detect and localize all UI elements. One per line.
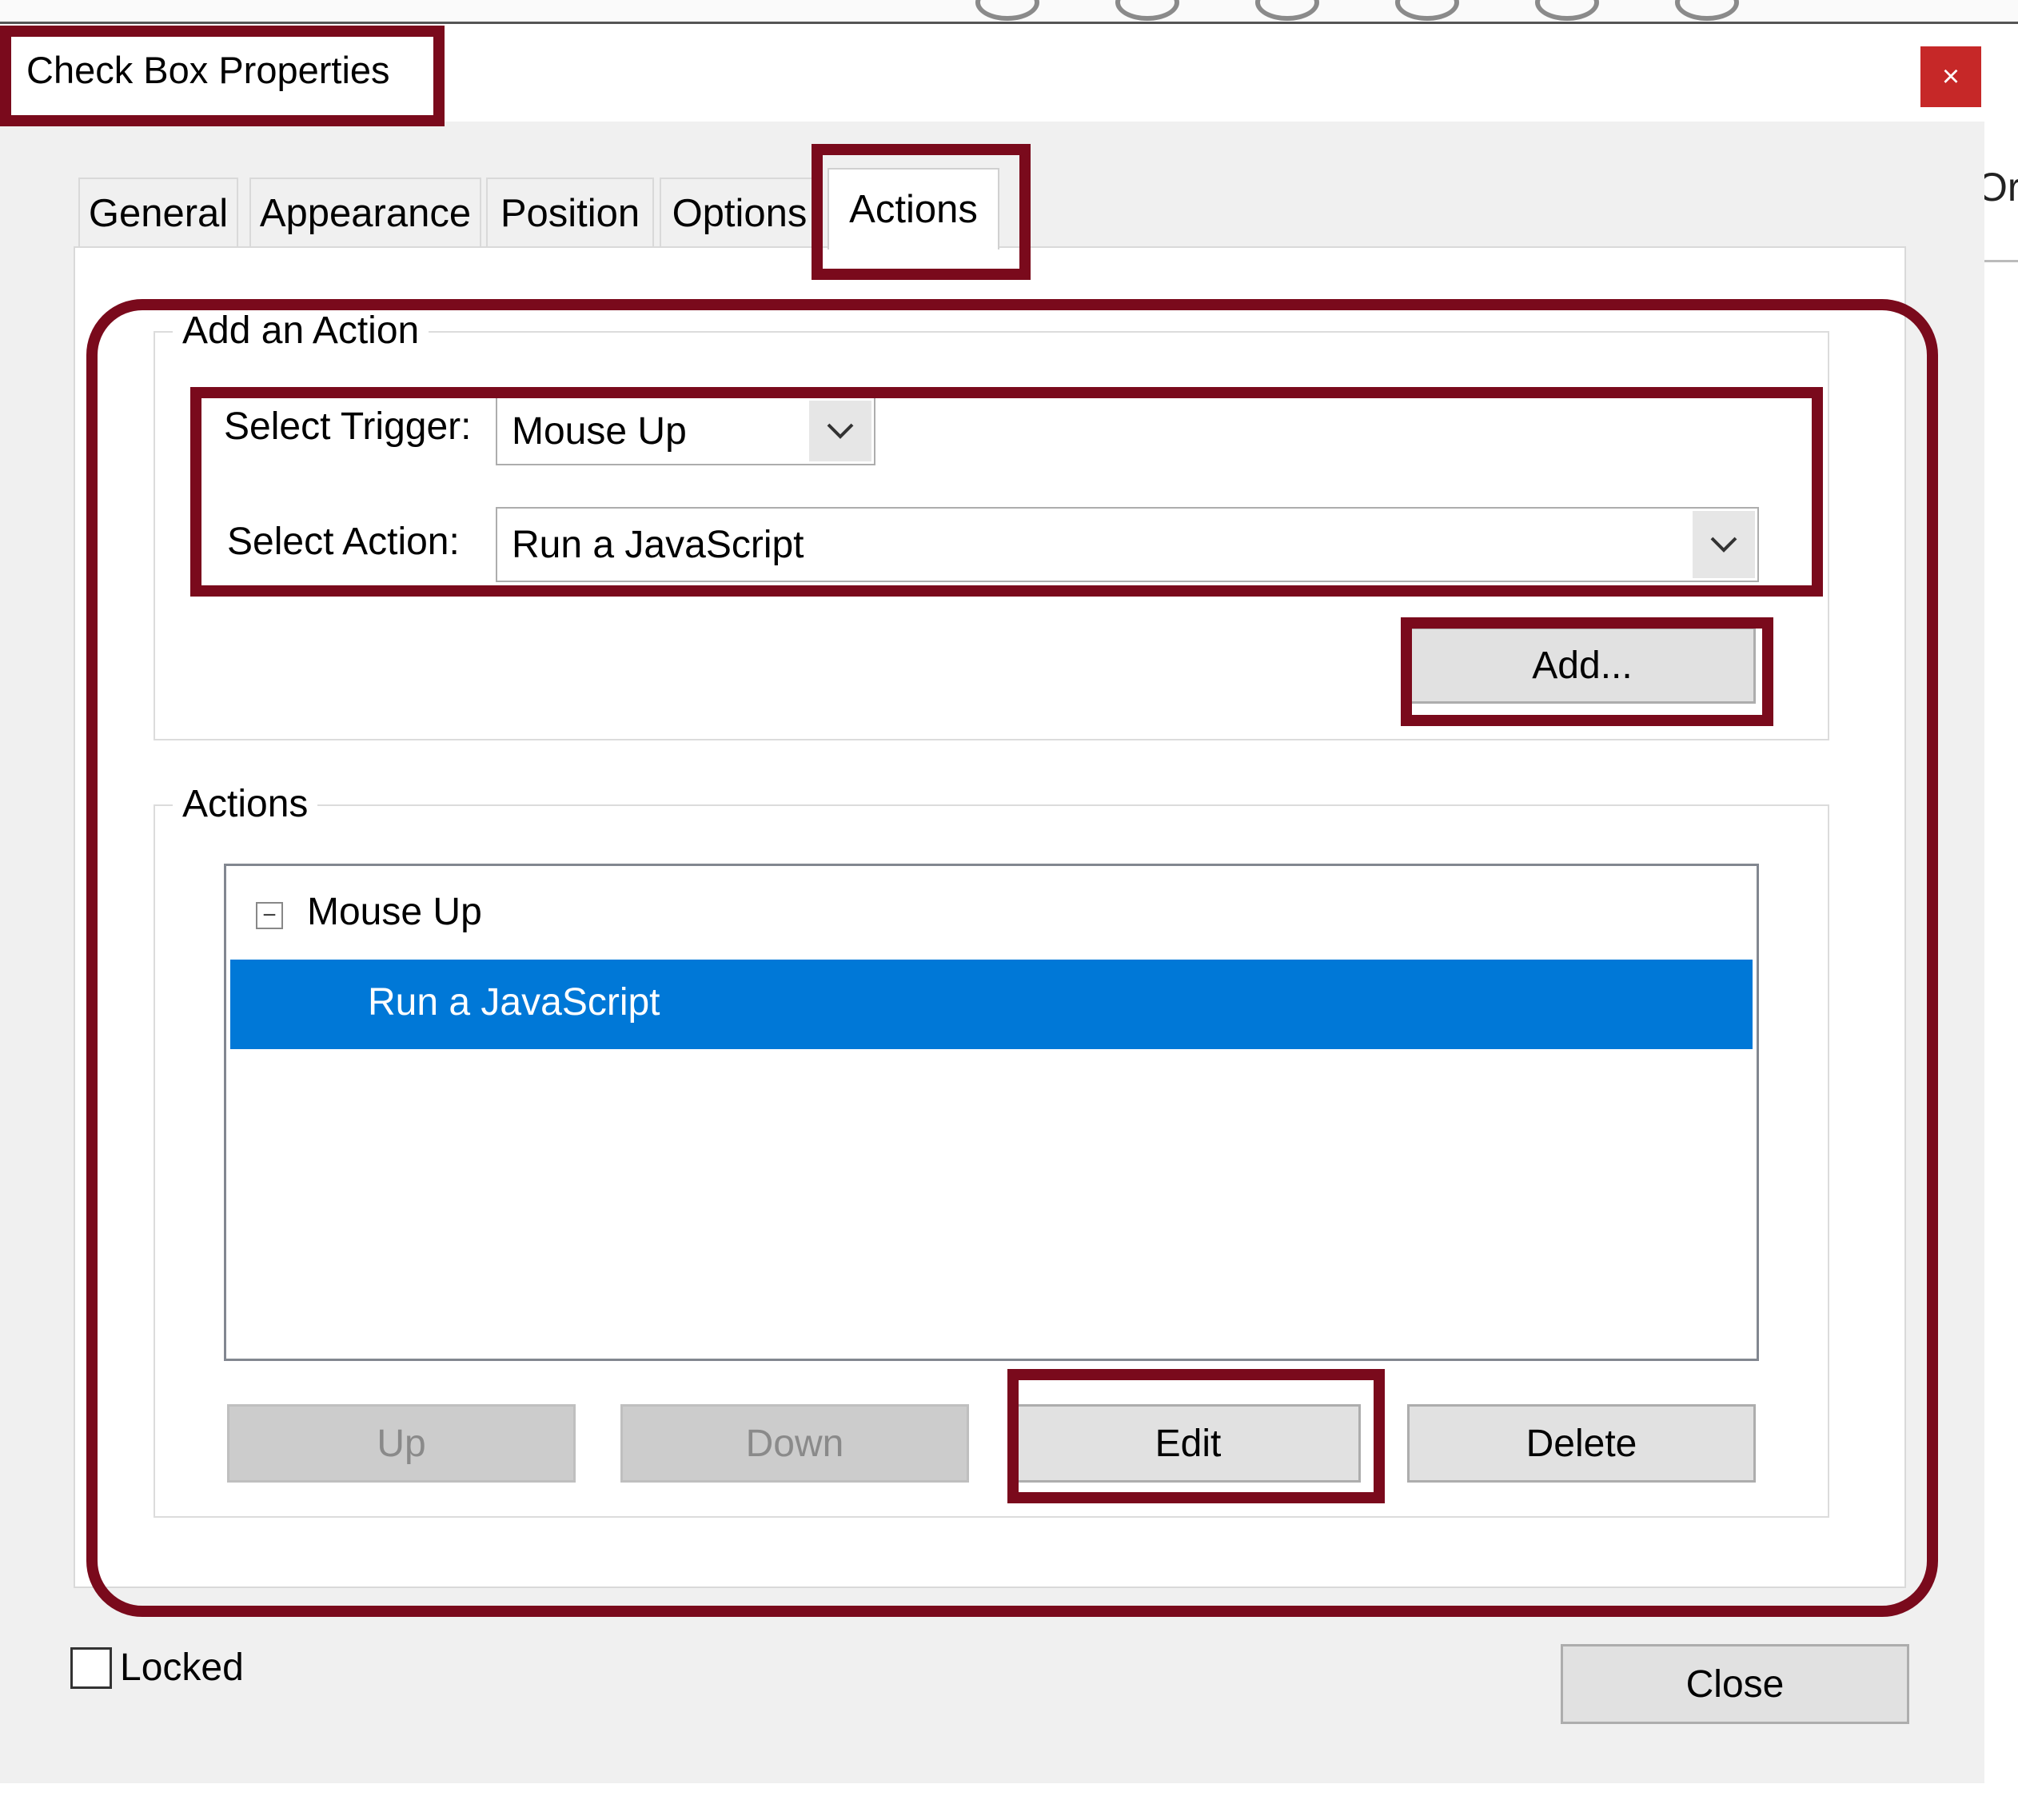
- up-button[interactable]: Up: [227, 1404, 576, 1483]
- toolbar-circle-icon: [1255, 0, 1319, 21]
- trigger-select-value: Mouse Up: [512, 409, 687, 453]
- toolbar-circle-icon: [1115, 0, 1179, 21]
- select-trigger-label: Select Trigger:: [224, 405, 472, 448]
- collapse-minus-icon[interactable]: −: [256, 902, 283, 929]
- edit-button[interactable]: Edit: [1015, 1404, 1361, 1483]
- action-select[interactable]: Run a JavaScript: [496, 507, 1759, 582]
- toolbar-circle-icon: [1395, 0, 1459, 21]
- tree-node-mouse-up[interactable]: Mouse Up: [307, 890, 482, 934]
- locked-checkbox[interactable]: [70, 1647, 112, 1689]
- tab-appearance[interactable]: Appearance: [249, 178, 481, 248]
- tab-position[interactable]: Position: [486, 178, 654, 248]
- chevron-down-icon[interactable]: [1693, 511, 1755, 578]
- dialog-title: Check Box Properties: [26, 49, 390, 91]
- background-divider: [1983, 260, 2018, 262]
- background-app-area: [1983, 24, 2018, 1783]
- tab-options[interactable]: Options: [660, 178, 820, 248]
- toolbar-circle-icon: [975, 0, 1039, 21]
- close-icon[interactable]: ×: [1920, 46, 1981, 107]
- trigger-select[interactable]: Mouse Up: [496, 397, 875, 465]
- toolbar-circle-icon: [1675, 0, 1739, 21]
- add-action-group-title: Add an Action: [173, 309, 429, 353]
- background-toolbar: [0, 0, 2018, 24]
- actions-group-title: Actions: [173, 782, 318, 826]
- select-action-label: Select Action:: [227, 521, 460, 563]
- delete-button[interactable]: Delete: [1407, 1404, 1756, 1483]
- toolbar-circle-icon: [1535, 0, 1599, 21]
- down-button[interactable]: Down: [620, 1404, 969, 1483]
- chevron-down-icon[interactable]: [809, 401, 871, 461]
- action-select-value: Run a JavaScript: [512, 523, 804, 566]
- tab-general[interactable]: General: [78, 178, 238, 248]
- add-button[interactable]: Add...: [1409, 627, 1756, 704]
- close-button[interactable]: Close: [1561, 1644, 1909, 1724]
- actions-tree-list[interactable]: [224, 864, 1759, 1361]
- selected-list-item-label: Run a JavaScript: [368, 981, 660, 1024]
- locked-label[interactable]: Locked: [120, 1646, 244, 1690]
- tab-actions[interactable]: Actions: [828, 168, 999, 249]
